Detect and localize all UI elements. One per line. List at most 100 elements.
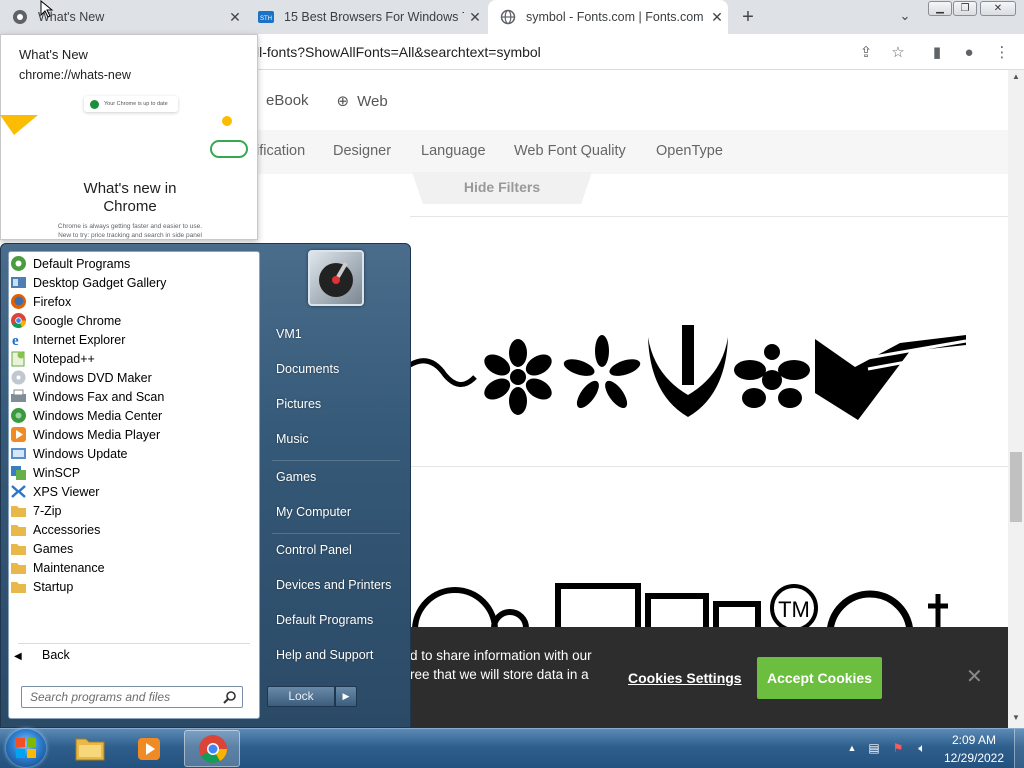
divider xyxy=(410,466,1008,467)
start-item-pictures[interactable]: Pictures xyxy=(276,397,321,411)
tab-browsers[interactable]: STH 15 Best Browsers For Windows 7 ✕ xyxy=(246,0,486,34)
chrome-icon xyxy=(13,10,27,24)
back-label: Back xyxy=(42,648,70,662)
filter-web-font-quality[interactable]: Web Font Quality xyxy=(514,143,626,159)
svg-text:STH: STH xyxy=(260,16,272,22)
start-item-games[interactable]: Games xyxy=(276,470,316,484)
program-windows-update[interactable]: Windows Update xyxy=(10,444,128,463)
lock-options-arrow-icon[interactable]: ▶ xyxy=(335,686,357,707)
show-hidden-icons-icon[interactable]: ▲ xyxy=(844,740,860,756)
program-firefox[interactable]: Firefox xyxy=(10,292,71,311)
start-item-help-and-support[interactable]: Help and Support xyxy=(276,648,373,662)
show-desktop-button[interactable] xyxy=(1014,729,1024,768)
start-item-devices-and-printers[interactable]: Devices and Printers xyxy=(276,578,391,592)
share-icon[interactable]: ⇪ xyxy=(856,43,876,63)
program-windows-fax-and-scan[interactable]: Windows Fax and Scan xyxy=(10,387,164,406)
category-web[interactable]: ⊕ Web xyxy=(337,92,388,110)
new-tab-button[interactable]: + xyxy=(737,6,759,28)
program-internet-explorer[interactable]: e Internet Explorer xyxy=(10,330,125,350)
tab-close-icon[interactable]: ✕ xyxy=(464,9,486,26)
clock-time[interactable]: 2:09 AM xyxy=(944,733,1004,747)
filter-classification[interactable]: ification xyxy=(256,143,305,159)
folder-games[interactable]: Games xyxy=(10,539,73,558)
category-nav: eBook ⊕ Web xyxy=(266,92,388,110)
program-notepad-plus-plus[interactable]: Notepad++ xyxy=(10,349,95,368)
scroll-thumb[interactable] xyxy=(1010,452,1022,522)
tab-whats-new[interactable]: What's New ✕ xyxy=(0,0,246,34)
title-line: What's new in xyxy=(83,180,177,197)
cookies-settings-link[interactable]: Cookies Settings xyxy=(628,670,742,686)
whats-new-subtitle: Chrome is always getting faster and easi… xyxy=(30,222,230,240)
start-search-input[interactable]: Search programs and files xyxy=(21,686,243,708)
tab-close-icon[interactable]: ✕ xyxy=(224,9,246,26)
folder-startup[interactable]: Startup xyxy=(10,577,73,596)
popup-url: chrome://whats-new xyxy=(19,68,131,82)
program-windows-media-center[interactable]: Windows Media Center xyxy=(10,406,162,425)
program-xps-viewer[interactable]: XPS Viewer xyxy=(10,482,99,501)
taskbar-explorer-button[interactable] xyxy=(62,730,118,767)
scroll-up-icon[interactable]: ▲ xyxy=(1010,72,1022,84)
profile-icon[interactable]: ● xyxy=(959,43,979,63)
program-winscp[interactable]: WinSCP xyxy=(10,463,80,482)
tab-search-chevron-icon[interactable]: ⌄ xyxy=(895,8,915,26)
folder-maintenance[interactable]: Maintenance xyxy=(10,558,105,577)
clock-date[interactable]: 12/29/2022 xyxy=(938,751,1010,765)
action-center-icon[interactable]: ⚑ xyxy=(890,740,906,756)
back-button[interactable]: ◀ Back xyxy=(14,648,70,662)
hide-filters-button[interactable]: Hide Filters xyxy=(412,172,592,204)
toggle-illustration-icon xyxy=(210,140,248,158)
program-windows-media-player[interactable]: Windows Media Player xyxy=(10,425,160,444)
volume-icon[interactable]: 🔈︎ xyxy=(914,740,930,756)
minimize-button[interactable]: ▁ xyxy=(928,1,952,16)
tab-fonts[interactable]: symbol - Fonts.com | Fonts.com ✕ xyxy=(488,0,728,34)
restore-button[interactable]: ❐ xyxy=(953,1,977,16)
start-item-my-computer[interactable]: My Computer xyxy=(276,505,351,519)
program-windows-dvd-maker[interactable]: Windows DVD Maker xyxy=(10,368,152,387)
side-panel-icon[interactable]: ▮ xyxy=(927,43,947,63)
start-item-music[interactable]: Music xyxy=(276,432,309,446)
font-preview-shapes[interactable]: TM xyxy=(410,580,970,628)
taskbar-chrome-button[interactable] xyxy=(184,730,240,767)
menu-icon[interactable]: ⋮ xyxy=(992,43,1012,63)
start-item-control-panel[interactable]: Control Panel xyxy=(276,543,352,557)
check-icon xyxy=(90,100,99,109)
lock-button[interactable]: Lock xyxy=(267,686,335,707)
folder-icon xyxy=(10,521,27,538)
program-label: Windows Media Center xyxy=(33,408,163,423)
folder-7-zip[interactable]: 7-Zip xyxy=(10,501,61,520)
font-preview-symbols[interactable] xyxy=(410,325,970,425)
filter-opentype[interactable]: OpenType xyxy=(656,143,723,159)
media-player-icon xyxy=(138,738,160,760)
tab-title: 15 Best Browsers For Windows 7 xyxy=(284,10,464,24)
notepad-plus-plus-icon xyxy=(10,350,27,367)
divider xyxy=(18,643,250,644)
up-to-date-text: Your Chrome is up to date xyxy=(104,101,168,107)
windows-logo-icon xyxy=(16,738,36,758)
cookie-close-icon[interactable]: ✕ xyxy=(966,664,984,688)
program-label: Firefox xyxy=(33,294,72,309)
program-default-programs[interactable]: Default Programs xyxy=(10,254,130,273)
cookie-text: d to share information with our ree that… xyxy=(410,646,605,684)
chrome-icon xyxy=(10,312,27,329)
start-item-user[interactable]: VM1 xyxy=(276,327,302,341)
close-window-button[interactable]: ✕ xyxy=(980,1,1016,16)
tab-close-icon[interactable]: ✕ xyxy=(706,9,728,26)
filter-language[interactable]: Language xyxy=(421,143,486,159)
address-bar[interactable]: ll-fonts?ShowAllFonts=All&searchtext=sym… xyxy=(256,44,541,60)
filter-designer[interactable]: Designer xyxy=(333,143,391,159)
bookmark-star-icon[interactable]: ☆ xyxy=(888,43,908,63)
program-google-chrome[interactable]: Google Chrome xyxy=(10,311,121,330)
category-ebook[interactable]: eBook xyxy=(266,92,309,110)
default-programs-icon xyxy=(10,255,27,272)
gadget-icon xyxy=(10,274,27,291)
scroll-down-icon[interactable]: ▼ xyxy=(1010,713,1022,725)
network-icon[interactable]: ▤ xyxy=(866,740,882,756)
page-scrollbar[interactable] xyxy=(1008,70,1024,728)
folder-accessories[interactable]: Accessories xyxy=(10,520,100,539)
start-item-documents[interactable]: Documents xyxy=(276,362,339,376)
taskbar-media-player-button[interactable] xyxy=(122,730,178,767)
accept-cookies-button[interactable]: Accept Cookies xyxy=(757,657,882,699)
start-item-default-programs[interactable]: Default Programs xyxy=(276,613,373,627)
category-web-label: Web xyxy=(357,93,388,110)
program-desktop-gadget-gallery[interactable]: Desktop Gadget Gallery xyxy=(10,273,166,292)
